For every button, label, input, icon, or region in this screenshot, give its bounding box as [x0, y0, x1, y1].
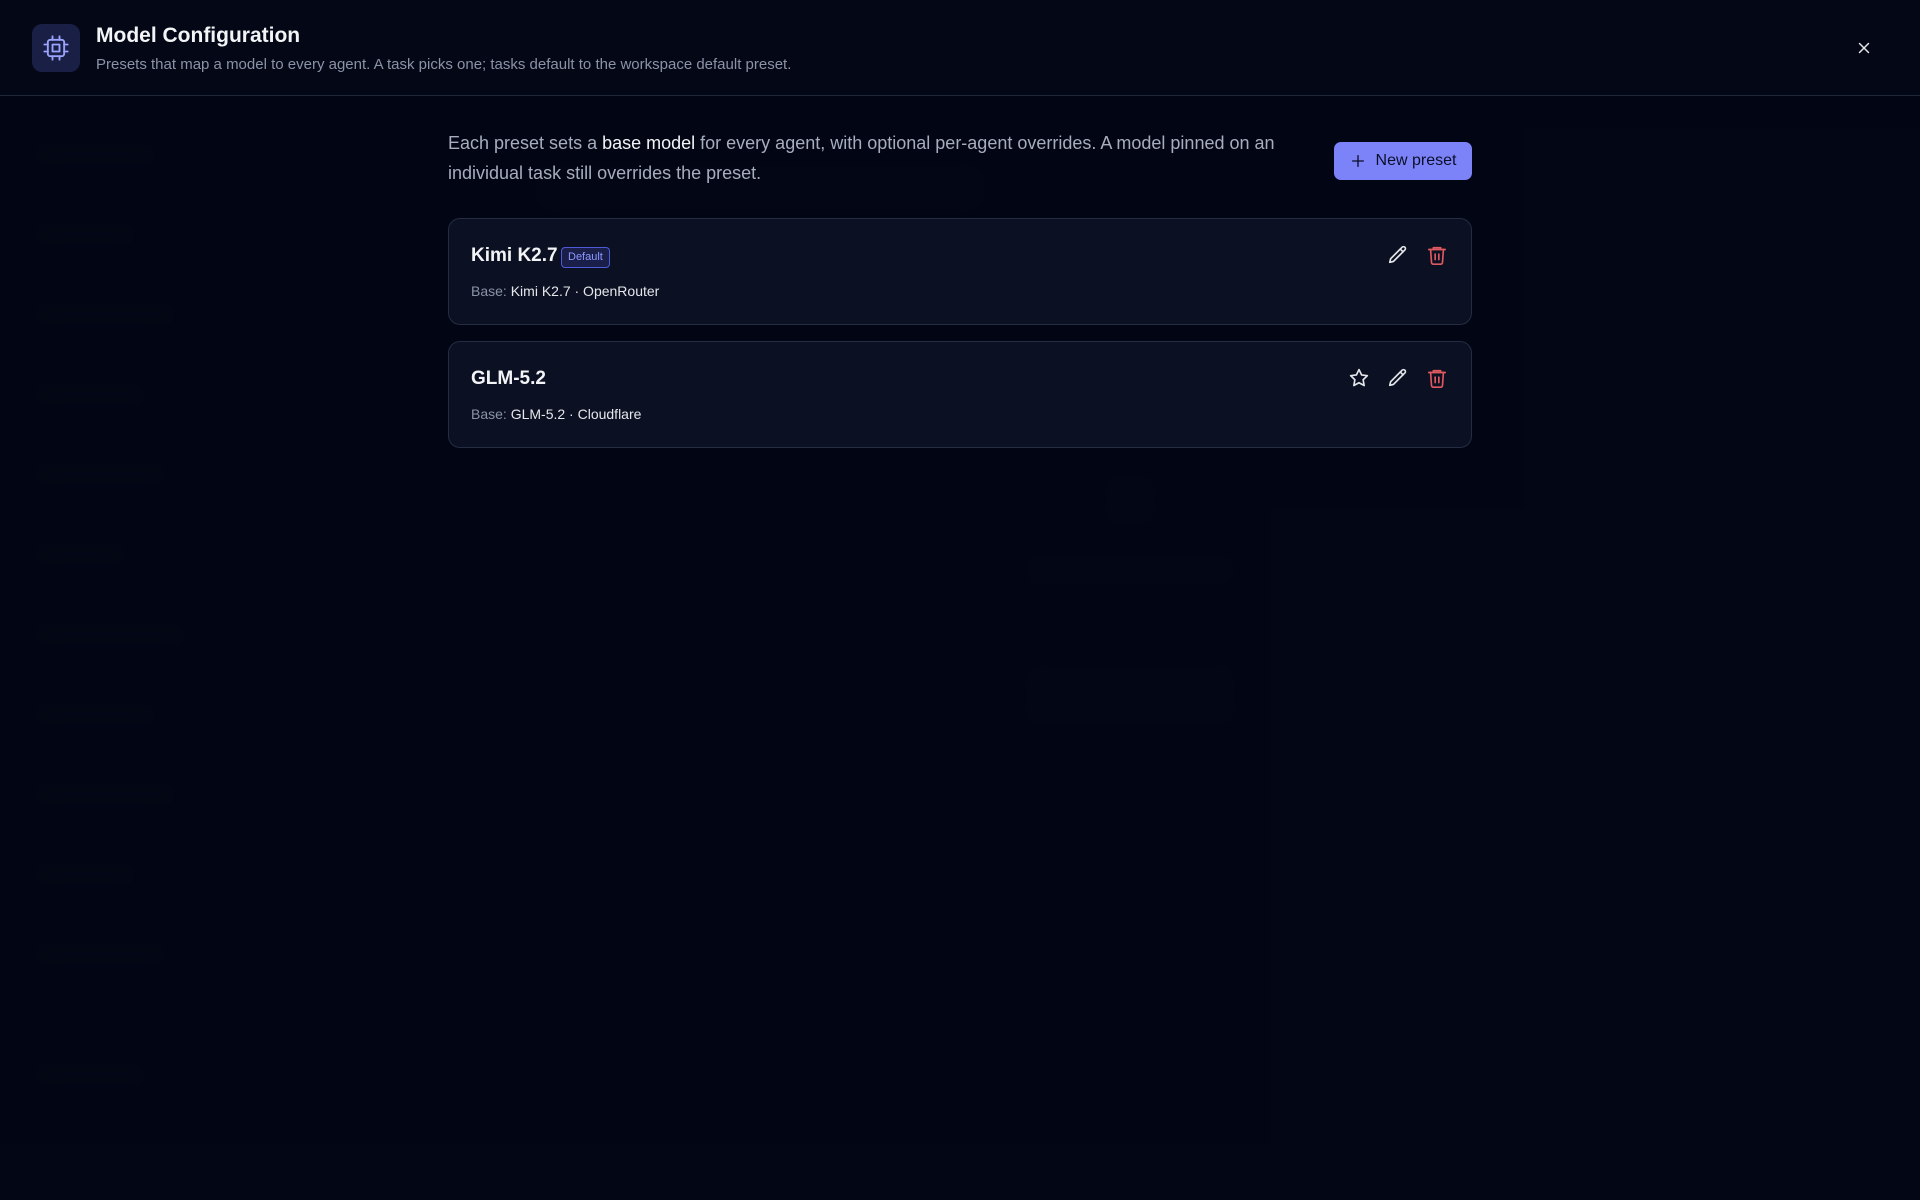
preset-base-label: Base: [471, 406, 507, 422]
plus-icon [1351, 155, 1364, 167]
close-button[interactable] [1850, 34, 1878, 62]
close-icon [1858, 42, 1870, 54]
header-icon-badge [32, 24, 80, 72]
new-preset-button[interactable]: New preset [1334, 142, 1472, 180]
preset-base-value: GLM-5.2 · Cloudflare [510, 406, 642, 422]
edit-icon [1388, 245, 1407, 264]
intro-text: Each preset sets a base model for every … [448, 128, 1318, 188]
intro-emphasis: base model [602, 133, 696, 153]
preset-card[interactable]: GLM-5.2 Base: GLM-5.2 · Cloudflare [448, 341, 1472, 448]
preset-base-label: Base: [471, 283, 507, 299]
edit-preset-button[interactable] [1386, 366, 1410, 390]
page-title: Model Configuration [96, 24, 301, 47]
preset-actions [1386, 243, 1449, 267]
page-subtitle: Presets that map a model to every agent.… [96, 56, 792, 73]
modal-header: Model Configuration Presets that map a m… [0, 0, 1920, 96]
trash-icon [1427, 369, 1447, 388]
intro-text-before: Each preset sets a [448, 133, 603, 153]
preset-name: GLM-5.2 [471, 368, 546, 389]
preset-actions [1347, 366, 1449, 390]
delete-preset-button[interactable] [1425, 243, 1449, 267]
star-icon [1349, 368, 1369, 387]
default-badge: Default [561, 247, 610, 268]
preset-base: Base: GLM-5.2 · Cloudflare [471, 406, 641, 422]
edit-preset-button[interactable] [1386, 243, 1410, 267]
model-configuration-modal: Model Configuration Presets that map a m… [0, 0, 1920, 1200]
trash-icon [1427, 246, 1447, 265]
preset-base-value: Kimi K2.7 · OpenRouter [510, 283, 660, 299]
preset-card[interactable]: Kimi K2.7 Default Base: Kimi K2.7 · Open… [448, 218, 1472, 325]
delete-preset-button[interactable] [1425, 366, 1449, 390]
cpu-icon [43, 35, 69, 61]
edit-icon [1388, 368, 1407, 387]
preset-name: Kimi K2.7 [471, 245, 558, 266]
set-default-button[interactable] [1347, 366, 1371, 390]
new-preset-label: New preset [1375, 152, 1457, 169]
preset-base: Base: Kimi K2.7 · OpenRouter [471, 283, 659, 299]
